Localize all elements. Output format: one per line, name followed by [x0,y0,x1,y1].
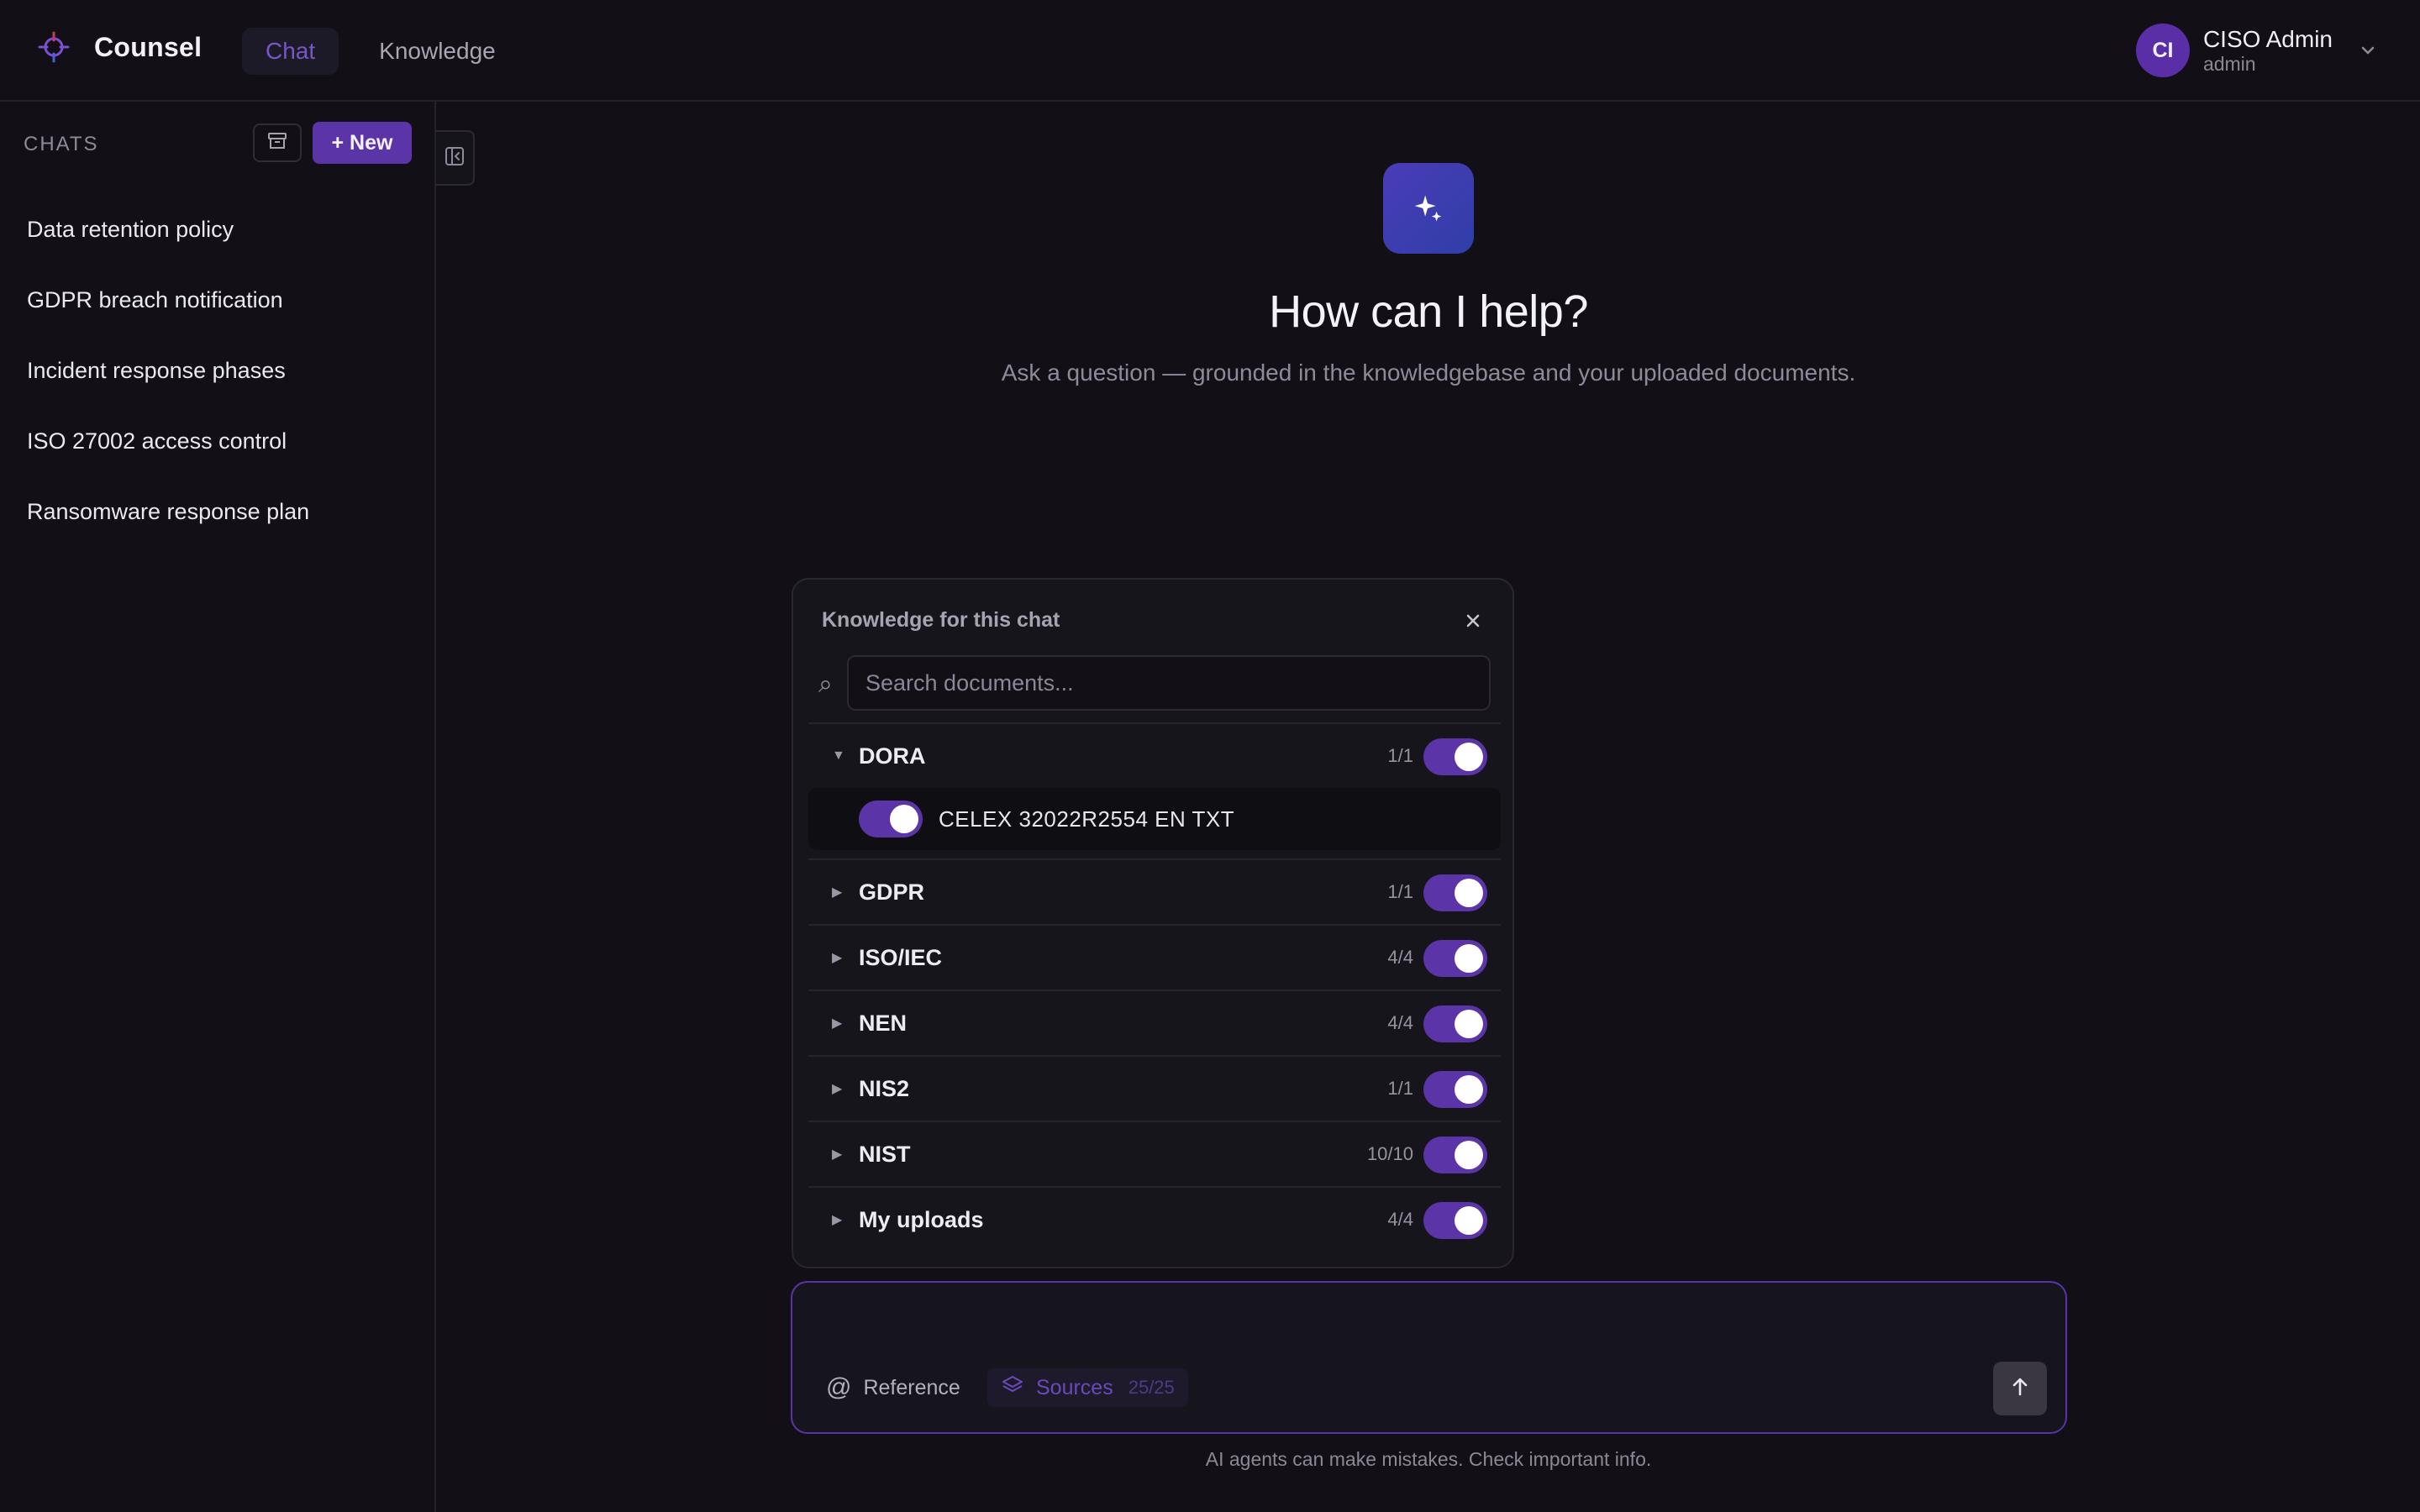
tab-chat[interactable]: Chat [242,28,339,75]
top-header: Counsel Chat Knowledge CI CISO Admin adm… [0,0,2420,102]
caret-right-icon[interactable]: ▶ [832,1146,842,1163]
caret-right-icon[interactable]: ▶ [832,949,842,966]
disclaimer-text: AI agents can make mistakes. Check impor… [1205,1448,1652,1470]
knowledge-panel: Knowledge for this chat ⌕ ▼ DORA 1/1 CEL… [792,578,1514,1268]
close-icon[interactable] [1464,612,1482,630]
chat-item[interactable]: Incident response phases [27,335,309,406]
user-info: CISO Admin admin [2203,27,2333,74]
message-composer[interactable]: @ Reference Sources 25/25 [791,1281,2067,1434]
sidebar-collapse-icon [444,145,466,171]
user-menu[interactable]: CI CISO Admin admin [2135,24,2378,77]
group-name: NIS2 [859,1075,910,1101]
knowledge-document: CELEX 32022R2554 EN TXT [808,788,1501,850]
tab-knowledge[interactable]: Knowledge [355,28,519,75]
group-toggle[interactable] [1423,874,1487,911]
send-button[interactable] [1993,1362,2047,1415]
group-name: My uploads [859,1206,984,1232]
caret-right-icon[interactable]: ▶ [832,1015,842,1032]
knowledge-group-nis2[interactable]: ▶ NIS2 1/1 [808,1055,1501,1121]
sources-label: Sources [1036,1375,1113,1399]
group-name: GDPR [859,879,925,905]
archive-icon [266,129,289,157]
group-count: 1/1 [1387,1078,1413,1099]
main-nav: Chat Knowledge [242,28,519,75]
group-count: 4/4 [1387,1012,1413,1033]
group-toggle[interactable] [1423,1202,1487,1239]
new-chat-button[interactable]: + New [313,122,412,164]
hero-title: How can I help? [1269,286,1588,337]
caret-right-icon[interactable]: ▶ [832,1211,842,1228]
knowledge-group-gdpr[interactable]: ▶ GDPR 1/1 [808,858,1501,924]
logo-icon [37,30,71,64]
group-toggle[interactable] [1423,1071,1487,1108]
chat-item[interactable]: GDPR breach notification [27,265,309,335]
chevron-down-icon [2358,40,2378,60]
group-toggle[interactable] [1423,738,1487,775]
search-documents-input[interactable] [847,655,1491,711]
reference-button[interactable]: @ Reference [826,1373,960,1402]
sources-count: 25/25 [1128,1377,1175,1398]
chat-item[interactable]: Data retention policy [27,194,309,265]
sidebar-title: CHATS [24,133,99,155]
brand[interactable]: Counsel [37,30,202,64]
chat-item[interactable]: ISO 27002 access control [27,406,309,476]
knowledge-group-nist[interactable]: ▶ NIST 10/10 [808,1121,1501,1186]
group-count: 1/1 [1387,881,1413,902]
knowledge-group-list: ▼ DORA 1/1 CELEX 32022R2554 EN TXT ▶ GDP… [808,722,1501,1252]
knowledge-group-dora[interactable]: ▼ DORA 1/1 [808,722,1501,788]
at-icon: @ [826,1373,852,1401]
caret-right-icon[interactable]: ▶ [832,1080,842,1097]
group-count: 1/1 [1387,745,1413,766]
arrow-up-icon [2008,1375,2032,1403]
group-name: NIST [859,1141,911,1167]
user-name: CISO Admin [2202,26,2333,53]
group-toggle[interactable] [1423,1005,1487,1042]
brand-name: Counsel [94,31,203,62]
group-name: DORA [859,743,926,769]
group-count: 4/4 [1387,1209,1413,1230]
user-role: admin [2202,52,2256,75]
document-name: CELEX 32022R2554 EN TXT [939,806,1235,832]
collapse-sidebar-button[interactable] [436,130,475,186]
group-toggle[interactable] [1423,1137,1487,1173]
chat-item[interactable]: Ransomware response plan [27,476,309,547]
group-toggle[interactable] [1423,940,1487,977]
caret-right-icon[interactable]: ▶ [832,884,842,900]
sparkle-icon [1383,163,1474,254]
knowledge-group-nen[interactable]: ▶ NEN 4/4 [808,990,1501,1055]
archive-button[interactable] [253,123,302,162]
document-toggle[interactable] [859,801,923,837]
hero-subtitle: Ask a question — grounded in the knowled… [1001,360,1856,386]
sources-button[interactable]: Sources 25/25 [987,1368,1188,1407]
group-count: 10/10 [1366,1143,1413,1164]
layers-icon [1001,1373,1024,1403]
knowledge-panel-title: Knowledge for this chat [822,608,1060,632]
group-name: NEN [859,1010,908,1036]
avatar: CI [2135,24,2190,77]
knowledge-group-iso-iec[interactable]: ▶ ISO/IEC 4/4 [808,924,1501,990]
chat-list: Data retention policy GDPR breach notifi… [27,194,309,547]
search-icon: ⌕ [818,670,833,698]
sidebar: CHATS + New Data retention policy GDPR b… [0,102,436,1512]
reference-label: Reference [863,1375,960,1399]
group-count: 4/4 [1387,947,1413,968]
app-root: Counsel Chat Knowledge CI CISO Admin adm… [0,0,2420,1512]
sidebar-header: CHATS + New [24,122,412,165]
knowledge-group-my-uploads[interactable]: ▶ My uploads 4/4 [808,1186,1501,1252]
caret-down-icon[interactable]: ▼ [832,748,845,764]
group-name: ISO/IEC [859,944,943,970]
